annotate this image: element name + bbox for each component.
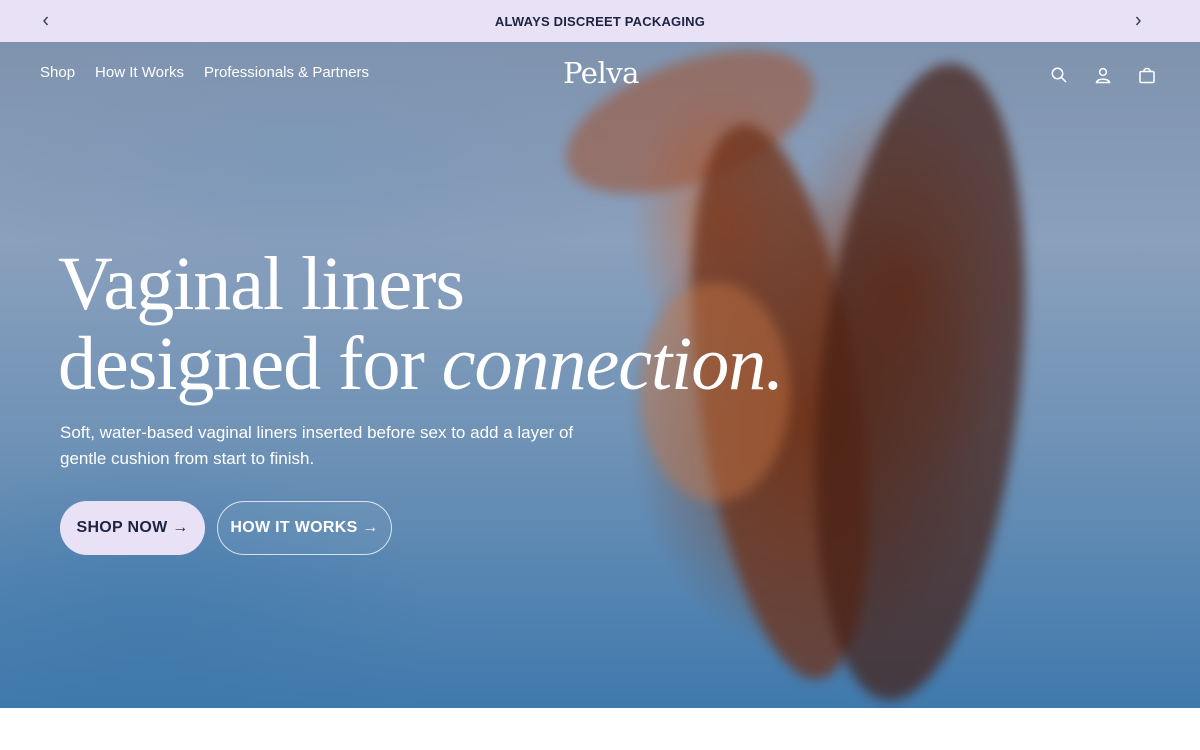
- chevron-right-icon[interactable]: [1126, 0, 1150, 42]
- announcement-text: ALWAYS DISCREET PACKAGING: [494, 13, 706, 29]
- logo[interactable]: Pelva: [556, 56, 646, 90]
- hero-section: Shop How It Works Professionals & Partne…: [0, 42, 1200, 708]
- shop-now-button[interactable]: SHOP NOW →: [60, 501, 205, 555]
- main-nav: Shop How It Works Professionals & Partne…: [0, 42, 1200, 108]
- headline-line-2: designed for: [58, 322, 442, 406]
- cart-icon[interactable]: [1136, 64, 1158, 86]
- nav-link-shop[interactable]: Shop: [40, 64, 75, 81]
- nav-link-how-it-works[interactable]: How It Works: [95, 64, 184, 81]
- headline-italic: connection.: [441, 322, 784, 406]
- chevron-left-icon[interactable]: [34, 0, 58, 42]
- nav-links: Shop How It Works Professionals & Partne…: [40, 64, 369, 81]
- how-it-works-button[interactable]: HOW IT WORKS →: [217, 501, 392, 555]
- nav-icons: [1048, 64, 1158, 86]
- hero-headline: Vaginal liners designed for connection.: [58, 244, 818, 404]
- announcement-bar: ALWAYS DISCREET PACKAGING: [0, 0, 1200, 42]
- search-icon[interactable]: [1048, 64, 1070, 86]
- nav-link-professionals-partners[interactable]: Professionals & Partners: [204, 64, 369, 81]
- hero-subtext: Soft, water-based vaginal liners inserte…: [60, 423, 574, 468]
- account-icon[interactable]: [1092, 64, 1114, 86]
- headline-line-1: Vaginal liners: [58, 242, 465, 326]
